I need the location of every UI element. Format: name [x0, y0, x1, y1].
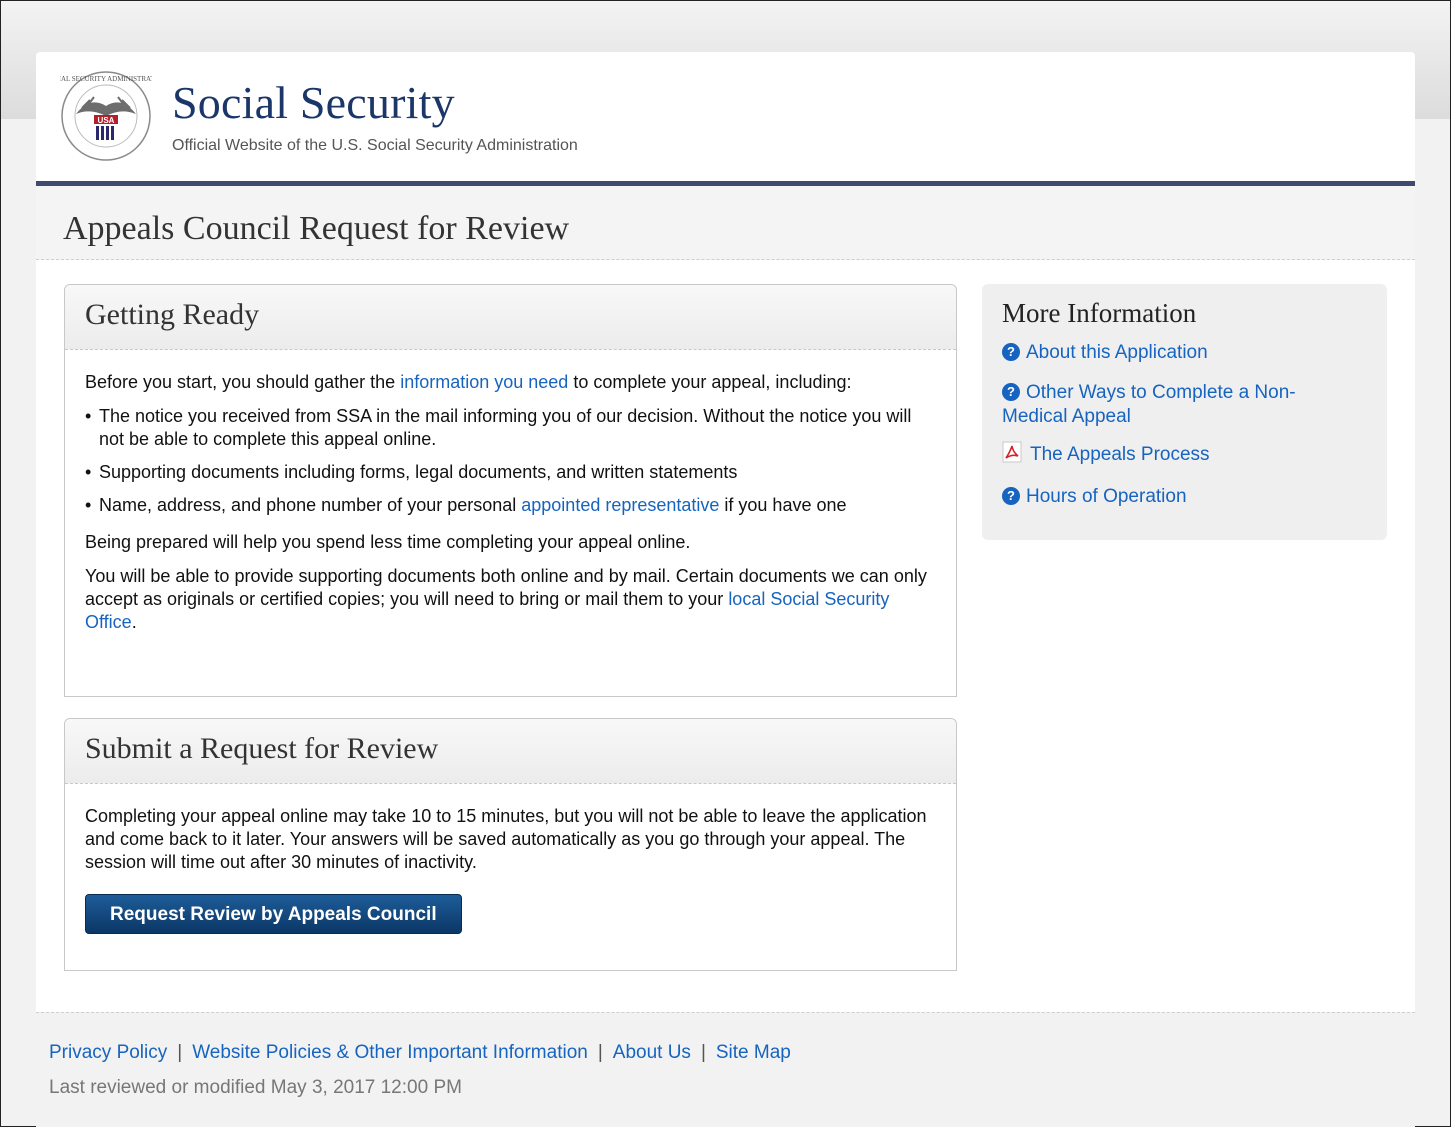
submit-heading: Submit a Request for Review [85, 732, 439, 765]
other-ways-link[interactable]: ? Other Ways to Complete a Non-Medical Ap… [1002, 381, 1342, 429]
page-title: Appeals Council Request for Review [63, 210, 570, 247]
submit-description: Completing your appeal online may take 1… [85, 806, 927, 872]
seal-ring-text: SOCIAL SECURITY ADMINISTRATION [60, 75, 152, 83]
intro-text-start: Before you start, you should gather the [85, 372, 401, 392]
hours-of-operation-link[interactable]: ? Hours of Operation [1002, 485, 1187, 509]
brand-title[interactable]: Social Security [172, 76, 455, 129]
prepared-paragraph: Being prepared will help you spend less … [85, 532, 691, 552]
list-item: The notice you received from SSA in the … [85, 405, 936, 451]
seal-badge-text: USA [98, 116, 115, 125]
submit-body: Completing your appeal online may take 1… [65, 784, 956, 934]
about-application-link[interactable]: ? About this Application [1002, 341, 1208, 365]
notice-item-text: The notice you received from SSA in the … [99, 406, 912, 449]
intro-paragraph: Before you start, you should gather the … [85, 371, 936, 394]
ssa-seal-logo[interactable]: SOCIAL SECURITY ADMINISTRATION USA [60, 70, 152, 162]
request-review-button[interactable]: Request Review by Appeals Council [85, 894, 462, 934]
footer-separator: | [700, 1042, 706, 1063]
brand-subtitle: Official Website of the U.S. Social Secu… [172, 137, 578, 154]
site-header: SOCIAL SECURITY ADMINISTRATION USA Socia… [36, 52, 1415, 186]
more-information-sidebar: More Information ? About this Application… [982, 284, 1387, 540]
title-band: Appeals Council Request for Review [36, 186, 1415, 260]
website-policies-link[interactable]: Website Policies & Other Important Infor… [192, 1042, 588, 1063]
help-icon: ? [1002, 343, 1020, 361]
getting-ready-header: Getting Ready [65, 285, 956, 350]
page-container: SOCIAL SECURITY ADMINISTRATION USA Socia… [36, 52, 1415, 1127]
help-icon: ? [1002, 487, 1020, 505]
representative-item-text-start: Name, address, and phone number of your … [99, 495, 522, 515]
appeals-process-link[interactable]: The Appeals Process [1002, 441, 1210, 467]
footer-separator: | [597, 1042, 603, 1063]
site-map-link[interactable]: Site Map [716, 1042, 791, 1063]
hours-label: Hours of Operation [1026, 486, 1187, 507]
last-reviewed-text: Last reviewed or modified May 3, 2017 12… [49, 1077, 462, 1098]
submit-header: Submit a Request for Review [65, 719, 956, 784]
submit-panel: Submit a Request for Review Completing y… [64, 718, 957, 971]
privacy-policy-link[interactable]: Privacy Policy [49, 1042, 167, 1063]
list-item: Supporting documents including forms, le… [85, 461, 936, 484]
help-icon: ? [1002, 383, 1020, 401]
appointed-representative-link[interactable]: appointed representative [521, 495, 719, 515]
information-you-need-link[interactable]: information you need [400, 372, 568, 392]
footer-links: Privacy Policy | Website Policies & Other … [49, 1042, 791, 1064]
sidebar-heading: More Information [1002, 298, 1197, 328]
site-footer: Privacy Policy | Website Policies & Other … [36, 1012, 1415, 1127]
documents-text-end: . [131, 612, 137, 632]
appeals-process-label: The Appeals Process [1030, 444, 1210, 465]
documents-paragraph: You will be able to provide supporting d… [85, 565, 936, 634]
pdf-icon [1002, 441, 1022, 463]
about-application-label: About this Application [1026, 342, 1208, 363]
list-item: Name, address, and phone number of your … [85, 494, 936, 517]
other-ways-label: Other Ways to Complete a Non-Medical App… [1002, 382, 1296, 427]
getting-ready-heading: Getting Ready [85, 298, 260, 331]
checklist: The notice you received from SSA in the … [85, 405, 936, 517]
getting-ready-panel: Getting Ready Before you start, you shou… [64, 284, 957, 697]
footer-separator: | [177, 1042, 183, 1063]
representative-item-text-end: if you have one [719, 495, 847, 515]
getting-ready-body: Before you start, you should gather the … [65, 350, 956, 634]
intro-text-end: to complete your appeal, including: [568, 372, 852, 392]
documents-item-text: Supporting documents including forms, le… [99, 462, 738, 482]
about-us-link[interactable]: About Us [613, 1042, 691, 1063]
